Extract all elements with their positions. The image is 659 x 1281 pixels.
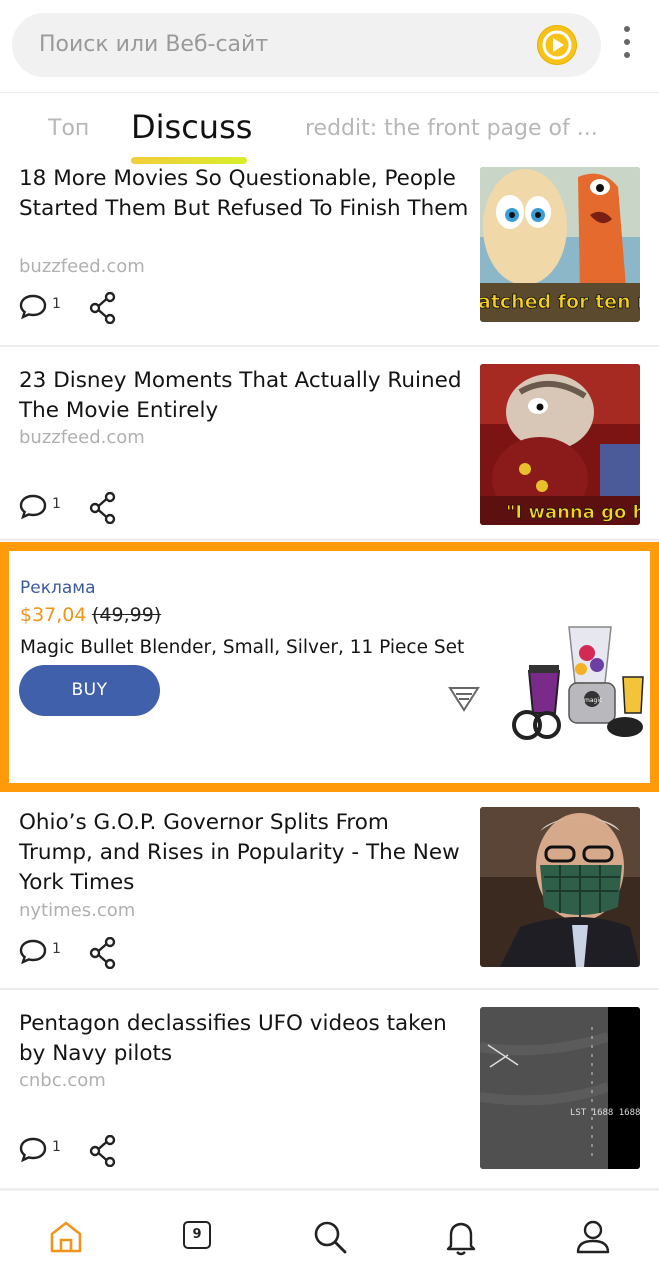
card-source: buzzfeed.com bbox=[19, 256, 145, 277]
comment-count: 1 bbox=[52, 296, 61, 312]
feed-card[interactable]: Ohio’s G.O.P. Governor Splits From Trump… bbox=[0, 792, 659, 990]
feed-card[interactable]: Pentagon declassifies UFO videos taken b… bbox=[0, 988, 659, 1190]
feed-card[interactable]: 23 Disney Moments That Actually Ruined T… bbox=[0, 345, 659, 541]
user-icon[interactable] bbox=[573, 1217, 613, 1257]
buy-button[interactable]: BUY bbox=[19, 665, 160, 716]
tabs-icon[interactable]: 9 bbox=[181, 1217, 221, 1257]
card-source: nytimes.com bbox=[19, 900, 136, 921]
sponsored-ad-card[interactable]: Реклама $37,04 (49,99) Magic Bullet Blen… bbox=[0, 542, 659, 792]
bottom-navigation: 9 bbox=[0, 1190, 659, 1281]
product-brand-text: magic bbox=[584, 697, 602, 704]
thumbnail-caption: atched for ten m bbox=[480, 291, 640, 313]
active-tab-indicator bbox=[131, 157, 247, 164]
comment-icon[interactable] bbox=[19, 492, 47, 520]
more-options-icon[interactable] bbox=[617, 26, 637, 66]
search-placeholder: Поиск или Веб-сайт bbox=[39, 32, 269, 57]
comment-count: 1 bbox=[52, 496, 61, 512]
article-thumbnail[interactable]: "I wanna go h bbox=[480, 364, 640, 525]
comment-count: 1 bbox=[52, 1139, 61, 1155]
comment-icon[interactable] bbox=[19, 937, 47, 965]
play-icon[interactable] bbox=[537, 25, 577, 65]
ad-label: Реклама bbox=[20, 578, 96, 598]
article-thumbnail[interactable]: LST 1688 1688 LTD/R bbox=[480, 1007, 640, 1169]
card-title[interactable]: 18 More Movies So Questionable, People S… bbox=[19, 164, 469, 224]
feed-tabs: Топ Discuss reddit: the front page of ..… bbox=[0, 92, 659, 164]
feed-card[interactable]: 18 More Movies So Questionable, People S… bbox=[0, 164, 659, 347]
share-icon[interactable] bbox=[89, 1135, 117, 1167]
search-icon[interactable] bbox=[310, 1217, 350, 1257]
card-title[interactable]: 23 Disney Moments That Actually Ruined T… bbox=[19, 366, 469, 426]
comment-icon[interactable] bbox=[19, 1135, 47, 1163]
home-icon[interactable] bbox=[46, 1217, 86, 1257]
ad-product-title[interactable]: Magic Bullet Blender, Small, Silver, 11 … bbox=[20, 637, 464, 658]
card-source: cnbc.com bbox=[19, 1070, 106, 1091]
ad-product-image[interactable]: magic bbox=[499, 613, 647, 743]
filter-icon[interactable] bbox=[448, 685, 480, 713]
card-title[interactable]: Pentagon declassifies UFO videos taken b… bbox=[19, 1009, 469, 1069]
search-input[interactable]: Поиск или Веб-сайт bbox=[12, 13, 601, 77]
share-icon[interactable] bbox=[89, 937, 117, 969]
thumbnail-hud-text: LST 1688 1688 LTD/R bbox=[570, 1108, 640, 1118]
ad-price: $37,04 bbox=[20, 604, 87, 626]
ad-old-price: (49,99) bbox=[92, 604, 162, 626]
tab-discuss[interactable]: Discuss bbox=[131, 108, 252, 146]
article-thumbnail[interactable] bbox=[480, 807, 640, 967]
tab-count: 9 bbox=[183, 1221, 211, 1249]
share-icon[interactable] bbox=[89, 492, 117, 524]
comment-count: 1 bbox=[52, 941, 61, 957]
tab-top[interactable]: Топ bbox=[48, 116, 89, 141]
top-bar: Поиск или Веб-сайт bbox=[0, 0, 659, 93]
card-title[interactable]: Ohio’s G.O.P. Governor Splits From Trump… bbox=[19, 808, 469, 898]
card-source: buzzfeed.com bbox=[19, 427, 145, 448]
share-icon[interactable] bbox=[89, 292, 117, 324]
tab-reddit[interactable]: reddit: the front page of ... bbox=[305, 116, 615, 141]
article-thumbnail[interactable]: atched for ten m bbox=[480, 167, 640, 322]
thumbnail-caption: "I wanna go h bbox=[506, 502, 640, 523]
comment-icon[interactable] bbox=[19, 292, 47, 320]
bell-icon[interactable] bbox=[441, 1217, 481, 1257]
